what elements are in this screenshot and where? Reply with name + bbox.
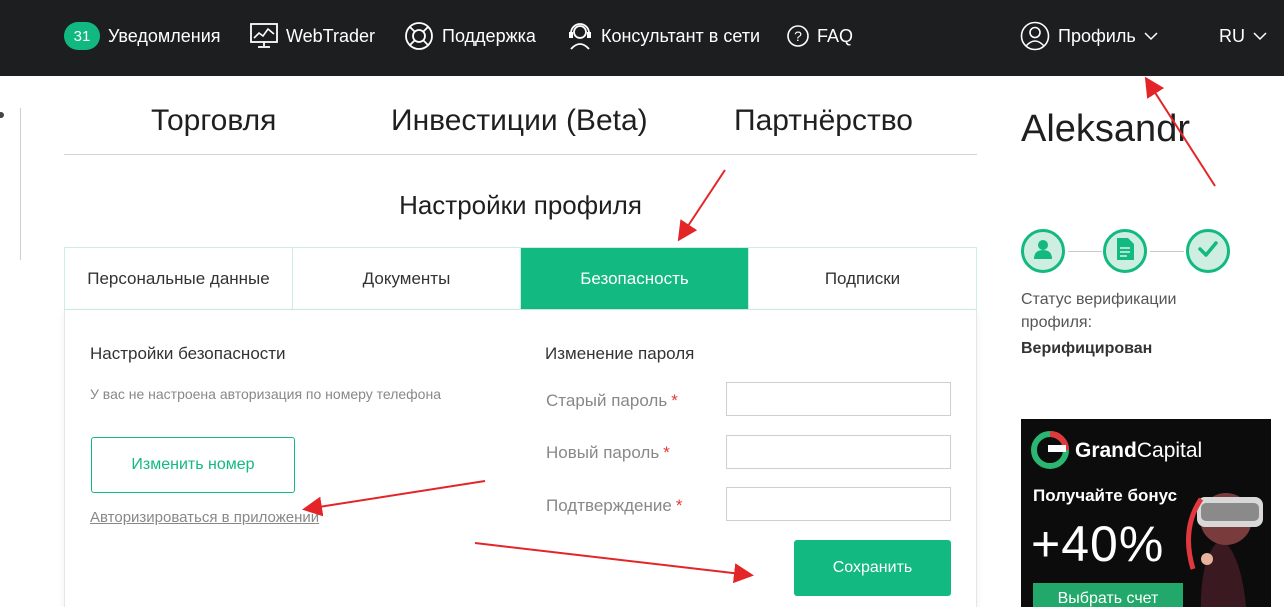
- grandcapital-logo-icon: [1031, 431, 1069, 474]
- tab-subscriptions[interactable]: Подписки: [749, 248, 976, 309]
- tab-trading[interactable]: Торговля: [151, 104, 276, 138]
- headset-icon: [567, 21, 593, 51]
- ad-person-vr-image: [1171, 459, 1271, 607]
- old-password-field[interactable]: [726, 382, 951, 416]
- consultant-label: Консультант в сети: [601, 25, 761, 46]
- ad-banner[interactable]: GrandCapital Получайте бонус +40% Выбрат…: [1021, 419, 1271, 607]
- notifications-label: Уведомления: [108, 25, 221, 46]
- lifebuoy-icon: [404, 21, 434, 51]
- language-label: RU: [1219, 25, 1245, 46]
- main-tabs-divider: [64, 154, 977, 155]
- verification-step-document: [1103, 229, 1147, 273]
- old-password-label: Старый пароль *: [546, 391, 678, 411]
- notifications-count-badge: 31: [64, 22, 100, 50]
- required-mark: *: [671, 391, 678, 410]
- chevron-down-icon: [1144, 31, 1158, 41]
- user-circle-icon: [1020, 21, 1050, 51]
- support-link[interactable]: Поддержка: [404, 0, 536, 72]
- profile-label: Профиль: [1058, 25, 1136, 46]
- support-label: Поддержка: [442, 25, 536, 46]
- verification-connector: [1150, 251, 1184, 252]
- verification-status-label: Статус верификации профиля:: [1021, 291, 1177, 331]
- faq-label: FAQ: [817, 25, 854, 46]
- left-edge-dot: [0, 112, 4, 118]
- monitor-chart-icon: [250, 23, 278, 49]
- verification-step-user: [1021, 229, 1065, 273]
- change-number-button[interactable]: Изменить номер: [91, 437, 295, 493]
- ad-headline: Получайте бонус: [1033, 486, 1178, 505]
- new-password-field[interactable]: [726, 435, 951, 469]
- notifications-link[interactable]: 31 Уведомления: [64, 0, 221, 72]
- webtrader-link[interactable]: WebTrader: [250, 0, 375, 72]
- required-mark: *: [675, 496, 683, 515]
- tab-security[interactable]: Безопасность: [521, 248, 749, 309]
- consultant-link[interactable]: Консультант в сети: [567, 0, 760, 72]
- confirm-password-label-text: Подтверждение: [546, 496, 672, 515]
- user-icon: [1031, 237, 1055, 266]
- tab-personal-data[interactable]: Персональные данные: [65, 248, 293, 309]
- profile-menu[interactable]: Профиль: [1020, 0, 1158, 72]
- confirm-password-field[interactable]: [726, 487, 951, 521]
- verification-connector: [1068, 251, 1102, 252]
- verification-step-complete: [1186, 229, 1230, 273]
- tab-documents[interactable]: Документы: [293, 248, 521, 309]
- security-settings-title: Настройки безопасности: [90, 344, 286, 363]
- question-circle-icon: ?: [787, 25, 809, 47]
- ad-bonus-value: +40%: [1031, 516, 1165, 572]
- user-name: Aleksandr: [1021, 108, 1190, 150]
- required-mark: *: [663, 443, 670, 462]
- chevron-down-icon: [1253, 31, 1267, 41]
- tab-partnership[interactable]: Партнёрство: [734, 104, 913, 138]
- svg-text:?: ?: [794, 28, 802, 44]
- app-auth-link[interactable]: Авторизироваться в приложении: [90, 509, 319, 526]
- tab-investments[interactable]: Инвестиции (Beta): [391, 104, 648, 138]
- left-divider: [20, 108, 21, 260]
- webtrader-label: WebTrader: [286, 25, 376, 46]
- document-icon: [1114, 237, 1136, 266]
- save-button[interactable]: Сохранить: [794, 540, 951, 596]
- new-password-label: Новый пароль *: [546, 443, 670, 463]
- password-change-title: Изменение пароля: [545, 344, 695, 363]
- ad-brand-bold: Grand: [1075, 439, 1137, 462]
- new-password-label-text: Новый пароль: [546, 443, 660, 462]
- check-icon: [1196, 237, 1220, 266]
- verification-status-value: Верифицирован: [1021, 340, 1153, 357]
- profile-settings-tabs: Персональные данные Документы Безопаснос…: [64, 247, 977, 310]
- faq-link[interactable]: ? FAQ: [787, 0, 853, 72]
- ad-cta-button[interactable]: Выбрать счет: [1033, 583, 1183, 607]
- page-title: Настройки профиля: [399, 190, 642, 220]
- language-switcher[interactable]: RU: [1219, 0, 1267, 72]
- old-password-label-text: Старый пароль: [546, 391, 668, 410]
- phone-auth-note: У вас не настроена авторизация по номеру…: [90, 386, 441, 402]
- top-navigation-bar: 31 Уведомления WebTrader Поддержка Консу…: [0, 0, 1284, 76]
- confirm-password-label: Подтверждение *: [546, 496, 682, 516]
